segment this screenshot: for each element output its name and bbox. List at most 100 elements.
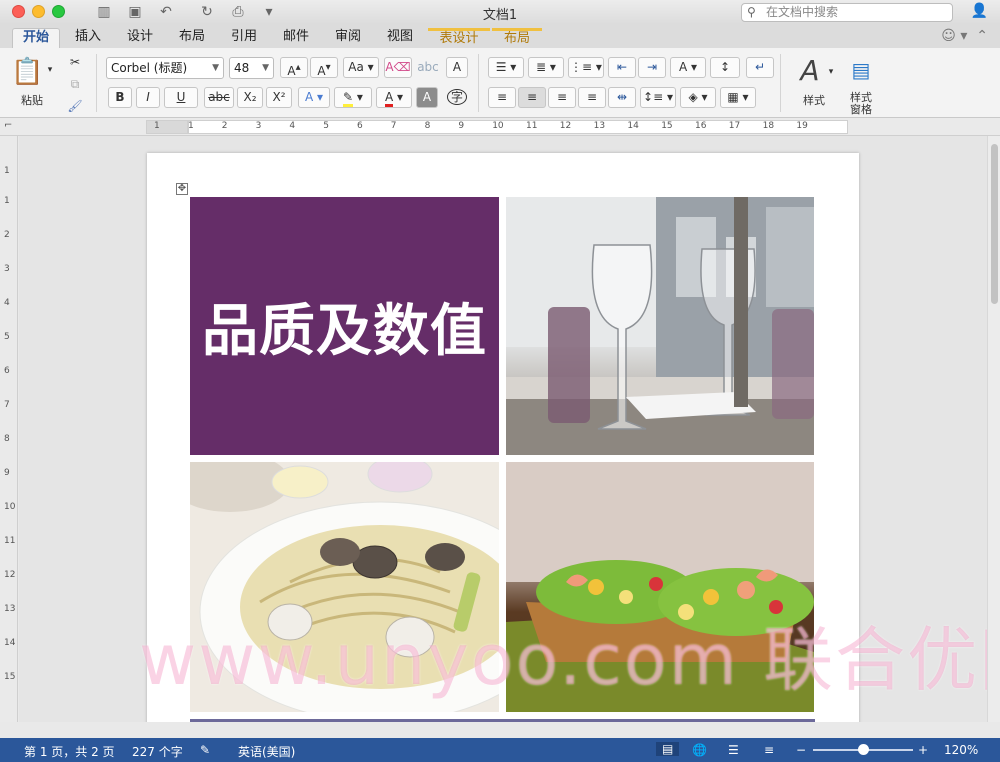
- tab-layout[interactable]: 布局: [172, 28, 212, 48]
- copy-icon[interactable]: ⧉: [64, 74, 86, 95]
- tab-design[interactable]: 设计: [120, 28, 160, 48]
- paste-icon[interactable]: 📋: [10, 54, 44, 90]
- vertical-ruler[interactable]: 1 1 2 3 4 5 6 7 8 9 10 11 12 13 14 15: [0, 136, 18, 722]
- shading-button[interactable]: ◈ ▾: [680, 87, 716, 108]
- underline-button[interactable]: U: [164, 87, 198, 108]
- increase-indent-button[interactable]: ⇥: [638, 57, 666, 78]
- tab-review[interactable]: 审阅: [328, 28, 368, 48]
- clear-formatting-icon[interactable]: A⌫: [384, 57, 412, 78]
- line-spacing-button[interactable]: ↕≡ ▾: [640, 87, 676, 108]
- font-color-button[interactable]: A ▾: [376, 87, 412, 108]
- character-shading-button[interactable]: A: [416, 87, 438, 108]
- sort-button[interactable]: ↕: [710, 57, 740, 78]
- font-size-select[interactable]: 48 ▼: [229, 57, 274, 79]
- show-paragraph-marks-button[interactable]: ↵: [746, 57, 774, 78]
- wine-glasses-illustration: [506, 197, 814, 455]
- proofing-icon[interactable]: ✎: [200, 743, 210, 757]
- strikethrough-button[interactable]: abc: [204, 87, 234, 108]
- align-center-button[interactable]: ≡: [518, 87, 546, 108]
- bullets-button[interactable]: ☰ ▾: [488, 57, 524, 78]
- word-count[interactable]: 227 个字: [132, 743, 183, 760]
- draft-view-icon[interactable]: ≡: [764, 743, 774, 757]
- watermark-text: www.unyoo.com 联合优网: [139, 619, 987, 701]
- tab-home[interactable]: 开始: [12, 28, 60, 48]
- character-border-icon[interactable]: A: [446, 57, 468, 78]
- tab-references[interactable]: 引用: [224, 28, 264, 48]
- ruler-number: 17: [728, 121, 741, 131]
- styles-dropdown-icon[interactable]: ▾: [826, 62, 836, 83]
- ruler-number: 9: [458, 121, 465, 131]
- vruler-number: 1: [4, 166, 10, 176]
- decrease-indent-button[interactable]: ⇤: [608, 57, 636, 78]
- distributed-button[interactable]: ⇹: [608, 87, 636, 108]
- justify-button[interactable]: ≡: [578, 87, 606, 108]
- zoom-out-button[interactable]: −: [796, 743, 806, 757]
- title-bar: ▥ ▣ ↶ ↻ ⎙ ▾ 文档1 ⚲ 在文档中搜索 👤: [0, 0, 1000, 24]
- styles-gallery-icon[interactable]: A: [792, 54, 828, 88]
- tab-mailings[interactable]: 邮件: [276, 28, 316, 48]
- format-painter-icon[interactable]: 🖌: [64, 96, 86, 117]
- paste-label: 粘贴: [21, 94, 43, 107]
- align-right-button[interactable]: ≡: [548, 87, 576, 108]
- scrollbar-thumb[interactable]: [991, 144, 998, 304]
- numbering-button[interactable]: ≣ ▾: [528, 57, 564, 78]
- enclose-characters-button[interactable]: 字: [444, 87, 470, 108]
- share-user-icon[interactable]: 👤: [971, 3, 988, 19]
- tab-table-layout[interactable]: 布局: [492, 28, 542, 48]
- zoom-slider-thumb[interactable]: [858, 744, 869, 755]
- web-layout-view-icon[interactable]: 🌐: [692, 743, 707, 757]
- vertical-scrollbar[interactable]: [987, 136, 1000, 722]
- text-effects-button[interactable]: A ▾: [298, 87, 330, 108]
- page-count[interactable]: 第 1 页，共 2 页: [24, 743, 115, 760]
- table-move-handle-icon[interactable]: ✥: [176, 183, 188, 195]
- vruler-number: 8: [4, 434, 10, 444]
- language-status[interactable]: 英语(美国): [238, 743, 295, 760]
- ruler-number: 5: [323, 121, 329, 131]
- headline-cell[interactable]: 品质及数值: [190, 197, 499, 455]
- ruler-number: 4: [289, 121, 296, 131]
- cut-icon[interactable]: ✂: [64, 52, 86, 73]
- ruler-number: 13: [593, 121, 606, 131]
- ruler-number: 15: [661, 121, 673, 131]
- horizontal-ruler[interactable]: ⌐ 1 1 2 3 4 5 6 7 8 9 10 11 12 13 14 15 16 17 18 19: [0, 118, 1000, 136]
- change-case-button[interactable]: Aa ▾: [343, 57, 379, 78]
- ribbon-home: 📋 ▾ 粘贴 ✂ ⧉ 🖌 Corbel (标题) ▼ 48 ▼ A▴ A▾ Aa ▾…: [0, 48, 1000, 118]
- styles-pane-label: 样式 窗格: [850, 91, 872, 116]
- superscript-button[interactable]: X²: [266, 87, 292, 108]
- tab-view[interactable]: 视图: [380, 28, 420, 48]
- styles-pane-icon[interactable]: ▤: [846, 54, 876, 86]
- phonetic-guide-icon[interactable]: abc: [414, 57, 442, 78]
- bold-button[interactable]: B: [108, 87, 132, 108]
- tab-table-design[interactable]: 表设计: [428, 28, 490, 48]
- table-bottom-border: [190, 719, 815, 722]
- grow-font-button[interactable]: A▴: [280, 57, 308, 78]
- search-input[interactable]: ⚲ 在文档中搜索: [741, 3, 953, 22]
- status-bar: 第 1 页，共 2 页 227 个字 ✎ 英语(美国) ▤ 🌐 ☰ ≡ − + …: [0, 738, 1000, 762]
- vruler-number: 5: [4, 332, 10, 342]
- shrink-font-button[interactable]: A▾: [310, 57, 338, 78]
- subscript-button[interactable]: X₂: [237, 87, 263, 108]
- document-canvas[interactable]: ✥ 品质及数值 www.unyoo.com 联合优网: [19, 136, 987, 722]
- align-left-button[interactable]: ≡: [488, 87, 516, 108]
- vruler-number: 3: [4, 264, 10, 274]
- font-name-select[interactable]: Corbel (标题) ▼: [106, 57, 224, 79]
- text-direction-button[interactable]: A ▾: [670, 57, 706, 78]
- print-layout-view-icon[interactable]: ▤: [656, 742, 680, 756]
- tab-stop-selector-icon[interactable]: ⌐: [4, 120, 12, 131]
- ruler-number: 1: [154, 121, 160, 131]
- vruler-number: 10: [4, 502, 16, 512]
- feedback-smiley-icon[interactable]: ☺ ▾ ⌃: [941, 28, 988, 44]
- outline-view-icon[interactable]: ☰: [728, 743, 739, 757]
- vruler-number: 9: [4, 468, 10, 478]
- borders-button[interactable]: ▦ ▾: [720, 87, 756, 108]
- highlight-color-button[interactable]: ✎ ▾: [334, 87, 372, 108]
- vruler-number: 4: [4, 298, 10, 308]
- tab-insert[interactable]: 插入: [68, 28, 108, 48]
- ruler-number: 6: [357, 121, 363, 131]
- zoom-in-button[interactable]: +: [918, 743, 928, 757]
- zoom-level[interactable]: 120%: [944, 743, 978, 757]
- ruler-number: 8: [424, 121, 431, 131]
- multilevel-list-button[interactable]: ⋮≡ ▾: [568, 57, 604, 78]
- paste-dropdown-icon[interactable]: ▾: [44, 60, 56, 81]
- italic-button[interactable]: I: [136, 87, 160, 108]
